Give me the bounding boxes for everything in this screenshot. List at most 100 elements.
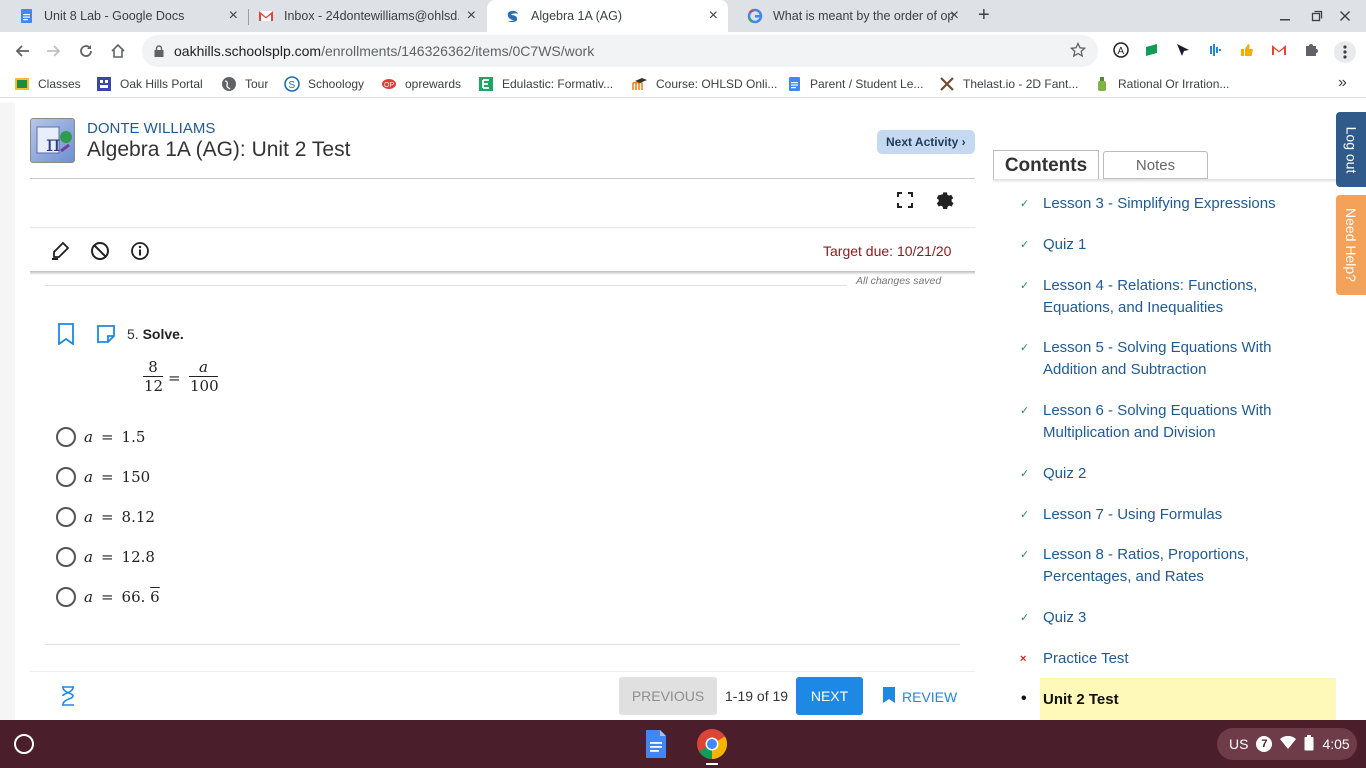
logout-tab[interactable]: Log out <box>1336 112 1366 187</box>
radio-button[interactable] <box>56 467 76 487</box>
contents-item[interactable]: ✓ Quiz 1 <box>1020 234 1320 256</box>
bookmark-course[interactable]: Course: OHLSD Onli... <box>632 76 777 92</box>
check-icon: ✓ <box>1020 280 1030 292</box>
close-tab-icon[interactable]: × <box>709 8 718 24</box>
bookmark-classes[interactable]: Classes <box>14 76 81 92</box>
bottle-icon <box>1094 76 1110 92</box>
eliminator-icon[interactable] <box>88 239 112 263</box>
contents-item[interactable]: ✓ Lesson 3 - Simplifying Expressions <box>1020 193 1320 215</box>
close-tab-icon[interactable]: × <box>229 8 238 24</box>
extension-sound-icon[interactable] <box>1206 41 1224 59</box>
contents-item[interactable]: ✓ Lesson 6 - Solving Equations With Multi… <box>1020 400 1310 444</box>
bullet-icon: • <box>1021 690 1027 707</box>
highlighter-icon[interactable] <box>48 239 72 263</box>
launcher-icon[interactable] <box>14 734 34 754</box>
choice-text: a = 12.8 <box>84 548 155 566</box>
answer-choice[interactable]: a = 150 <box>56 466 150 488</box>
fullscreen-icon[interactable] <box>893 188 917 212</box>
help-label: Need Help? <box>1343 208 1359 282</box>
previous-button[interactable]: PREVIOUS <box>619 677 717 715</box>
logout-label: Log out <box>1343 126 1359 173</box>
bookmark-question-icon[interactable] <box>54 322 78 346</box>
bookmark-schoology[interactable]: S Schoology <box>284 76 364 92</box>
forward-arrow-icon[interactable] <box>44 41 64 61</box>
bookmark-oprewards[interactable]: OP oprewards <box>381 76 461 92</box>
close-tab-icon[interactable]: × <box>467 8 476 24</box>
cross-icon: × <box>1020 653 1027 665</box>
home-icon[interactable] <box>108 41 128 61</box>
radio-button[interactable] <box>56 427 76 447</box>
denominator: 12 <box>143 376 164 395</box>
contents-item-label: Lesson 5 - Solving Equations With Additi… <box>1043 339 1272 378</box>
new-tab-button[interactable]: + <box>978 4 990 27</box>
answer-choice[interactable]: a = 1.5 <box>56 426 145 448</box>
minimize-icon[interactable] <box>1279 9 1291 25</box>
extension-gmail-icon[interactable] <box>1270 41 1288 59</box>
choice-var: a <box>84 548 93 566</box>
address-bar[interactable]: oakhills.schoolsplp.com/enrollments/1463… <box>142 35 1098 67</box>
extension-cursor-icon[interactable] <box>1174 41 1192 59</box>
radio-button[interactable] <box>56 587 76 607</box>
back-arrow-icon[interactable] <box>12 41 32 61</box>
note-icon[interactable] <box>94 322 118 346</box>
notification-badge: 7 <box>1256 736 1273 752</box>
bookmark-parent-student[interactable]: Parent / Student Le... <box>786 76 923 92</box>
chrome-app-icon[interactable] <box>696 728 728 765</box>
review-button[interactable]: REVIEW <box>882 686 957 707</box>
contents-item[interactable]: ✓ Lesson 7 - Using Formulas <box>1020 504 1320 526</box>
tab-contents[interactable]: Contents <box>993 150 1099 180</box>
next-activity-button[interactable]: Next Activity › <box>877 130 975 154</box>
contents-item-label: Lesson 4 - Relations: Functions, Equatio… <box>1043 277 1258 316</box>
choice-eq: = <box>100 468 114 486</box>
gear-icon[interactable] <box>932 188 956 212</box>
check-icon: ✓ <box>1020 239 1030 251</box>
bookmark-label: Oak Hills Portal <box>120 77 203 91</box>
reload-icon[interactable] <box>76 41 96 61</box>
bookmark-oak-hills-portal[interactable]: Oak Hills Portal <box>96 76 203 92</box>
contents-item[interactable]: × Practice Test <box>1020 648 1320 670</box>
google-docs-app-icon[interactable] <box>644 729 668 764</box>
contents-item[interactable]: ✓ Lesson 8 - Ratios, Proportions, Percent… <box>1020 544 1310 588</box>
radio-button[interactable] <box>56 507 76 527</box>
system-tray[interactable]: US 7 4:05 <box>1217 728 1357 760</box>
extension-green-icon[interactable] <box>1143 41 1161 59</box>
header-divider <box>30 178 975 179</box>
contents-item[interactable]: ✓ Lesson 4 - Relations: Functions, Equati… <box>1020 275 1310 319</box>
menu-kebab-icon[interactable] <box>1334 41 1356 63</box>
hourglass-icon[interactable] <box>56 684 80 708</box>
answer-choice[interactable]: a = 8.12 <box>56 506 155 528</box>
tab-google-search[interactable]: What is meant by the order of operations… <box>729 0 969 32</box>
bookmark-label: oprewards <box>405 77 462 91</box>
contents-item[interactable]: ✓ Quiz 2 <box>1020 463 1320 485</box>
tab-notes[interactable]: Notes <box>1103 151 1208 179</box>
contents-item-current[interactable]: • Unit 2 Test <box>1020 689 1320 711</box>
close-tab-icon[interactable]: × <box>950 8 959 24</box>
contents-item-label: Quiz 3 <box>1043 609 1087 626</box>
contents-item[interactable]: ✓ Quiz 3 <box>1020 607 1320 629</box>
contents-item-label: Quiz 2 <box>1043 465 1087 482</box>
tab-google-docs[interactable]: Unit 8 Lab - Google Docs × <box>0 0 248 32</box>
answer-choice[interactable]: a = 66. 6 <box>56 586 160 608</box>
bookmark-rational[interactable]: Rational Or Irration... <box>1094 76 1229 92</box>
more-bookmarks-chevron-icon[interactable]: » <box>1338 74 1347 92</box>
close-window-icon[interactable] <box>1339 9 1351 25</box>
student-name[interactable]: DONTE WILLIAMS <box>87 120 215 137</box>
tab-algebra-active[interactable]: Algebra 1A (AG) × <box>487 0 728 32</box>
bookmark-star-icon[interactable] <box>1069 41 1087 63</box>
need-help-tab[interactable]: Need Help? <box>1336 195 1366 295</box>
bookmark-thelast[interactable]: Thelast.io - 2D Fant... <box>939 76 1078 92</box>
next-button[interactable]: NEXT <box>796 677 863 715</box>
page-count: 1-19 of 19 <box>725 688 789 704</box>
tab-gmail[interactable]: Inbox - 24dontewilliams@ohlsd.us × <box>240 0 486 32</box>
bookmark-edulastic[interactable]: Edulastic: Formativ... <box>478 76 613 92</box>
info-icon[interactable] <box>128 239 152 263</box>
extension-a-icon[interactable]: A <box>1112 41 1130 59</box>
extension-thumbs-icon[interactable] <box>1238 41 1256 59</box>
extensions-puzzle-icon[interactable] <box>1302 41 1320 59</box>
radio-button[interactable] <box>56 547 76 567</box>
maximize-icon[interactable] <box>1311 9 1323 25</box>
wifi-icon <box>1280 735 1297 753</box>
answer-choice[interactable]: a = 12.8 <box>56 546 155 568</box>
bookmark-tour[interactable]: Tour <box>221 76 268 92</box>
contents-item[interactable]: ✓ Lesson 5 - Solving Equations With Addit… <box>1020 337 1310 381</box>
